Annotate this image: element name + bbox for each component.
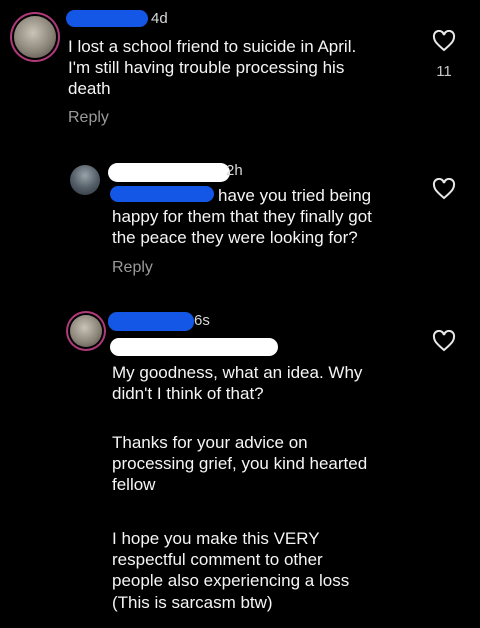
comment-1: 4d I lost a school friend to suicide in … — [0, 0, 480, 140]
comment-2: 2h have you tried being happy for them t… — [0, 150, 480, 290]
avatar[interactable] — [70, 315, 102, 347]
comment-timestamp: 2h — [226, 162, 243, 179]
comment-line: happy for them that they finally got — [112, 207, 372, 226]
comment-line: I lost a school friend to suicide in Apr… — [68, 37, 357, 56]
redacted-username — [108, 163, 230, 182]
like-count: 11 — [436, 63, 452, 80]
comment-3: 6s My goodness, what an idea. Why didn't… — [0, 300, 480, 628]
comment-text-first-line: have you tried being — [218, 186, 372, 205]
comment-line: (This is sarcasm btw) — [112, 593, 273, 612]
comment-text: happy for them that they finally got the… — [112, 206, 372, 248]
comment-line: respectful comment to other — [112, 550, 323, 569]
redacted-mention — [110, 186, 214, 202]
comment-line: Thanks for your advice on — [112, 433, 308, 452]
comment-paragraph: (This is sarcasm btw) — [112, 592, 273, 613]
comment-paragraph: Thanks for your advice on processing gri… — [112, 432, 367, 495]
comment-line: I hope you make this VERY — [112, 529, 320, 548]
comment-timestamp: 6s — [194, 312, 210, 329]
comment-line: I'm still having trouble processing his — [68, 58, 345, 77]
heart-outline-icon[interactable] — [432, 178, 456, 200]
redacted-username — [66, 10, 148, 27]
heart-outline-icon[interactable] — [432, 330, 456, 352]
comment-line: didn't I think of that? — [112, 384, 264, 403]
comment-paragraph: I hope you make this VERY respectful com… — [112, 528, 349, 591]
heart-outline-icon[interactable] — [432, 30, 456, 52]
reply-button[interactable]: Reply — [68, 109, 109, 127]
avatar[interactable] — [70, 165, 100, 195]
redacted-username — [108, 312, 194, 331]
comment-line: processing grief, you kind hearted — [112, 454, 368, 473]
reply-button[interactable]: Reply — [112, 259, 153, 277]
comment-paragraph: My goodness, what an idea. Why didn't I … — [112, 362, 362, 404]
redacted-mention — [110, 338, 278, 356]
comment-line: death — [68, 79, 111, 98]
comment-line: fellow — [112, 475, 156, 494]
comment-line: people also experiencing a loss — [112, 571, 350, 590]
comment-timestamp: 4d — [151, 10, 168, 27]
avatar[interactable] — [14, 16, 56, 58]
comment-line: My goodness, what an idea. Why — [112, 363, 363, 382]
comment-line: the peace they were looking for? — [112, 228, 358, 247]
comment-text: I lost a school friend to suicide in Apr… — [68, 36, 356, 99]
